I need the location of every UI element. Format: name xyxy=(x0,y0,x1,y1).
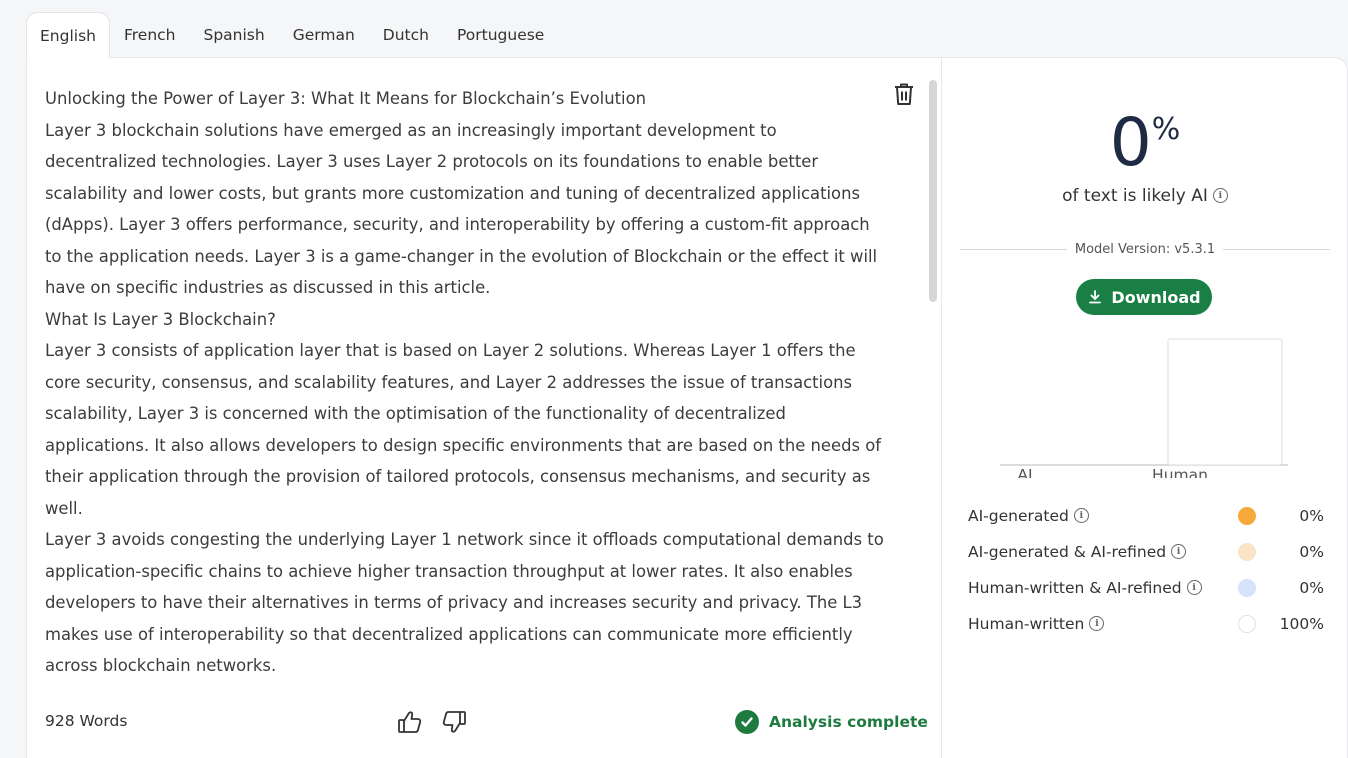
thumbs-down-icon[interactable] xyxy=(440,708,468,736)
breakdown-value: 0% xyxy=(1299,579,1324,597)
model-version-divider: Model Version: v5.3.1 xyxy=(960,242,1331,257)
scrollbar-thumb[interactable] xyxy=(929,80,937,302)
download-button[interactable]: Download xyxy=(1076,279,1212,315)
breakdown-label: AI-generated & AI-refined xyxy=(968,543,1167,561)
download-icon xyxy=(1089,290,1102,304)
breakdown-label: Human-written xyxy=(968,615,1085,633)
breakdown-value: 0% xyxy=(1299,543,1324,561)
tab-spanish[interactable]: Spanish xyxy=(190,12,279,58)
tick-label-ai: AI xyxy=(1017,466,1032,478)
breakdown-list: AI-generated i 0% AI-generated & AI-refin… xyxy=(968,498,1324,642)
color-dot xyxy=(1238,543,1256,561)
text-paragraph: Layer 3 consists of application layer th… xyxy=(45,341,882,518)
divider xyxy=(960,249,1067,250)
color-dot xyxy=(1238,507,1256,525)
breakdown-row-ai-refined: AI-generated & AI-refined i 0% xyxy=(968,534,1324,570)
analyzed-text[interactable]: Unlocking the Power of Layer 3: What It … xyxy=(45,83,887,682)
text-paragraph: What Is Layer 3 Blockchain? xyxy=(45,309,276,329)
breakdown-row-human-written: Human-written i 100% xyxy=(968,606,1324,642)
text-paragraph: Layer 3 blockchain solutions have emerge… xyxy=(45,120,878,298)
likely-ai-text: of text is likely AI xyxy=(1062,186,1208,206)
tab-french[interactable]: French xyxy=(110,12,190,58)
download-label: Download xyxy=(1111,287,1201,307)
info-icon[interactable]: i xyxy=(1073,508,1089,523)
info-icon[interactable]: i xyxy=(1089,616,1105,631)
text-editor-panel: Unlocking the Power of Layer 3: What It … xyxy=(26,57,942,758)
likely-ai-label: of text is likely AI i xyxy=(942,186,1348,206)
word-count: 928 Words xyxy=(45,712,128,730)
info-icon[interactable]: i xyxy=(1171,544,1187,559)
thumbs-up-icon[interactable] xyxy=(396,708,424,736)
breakdown-label: Human-written & AI-refined xyxy=(968,579,1182,597)
text-paragraph: Layer 3 avoids congesting the underlying… xyxy=(45,530,884,675)
bar-human xyxy=(1167,338,1283,466)
breakdown-label: AI-generated xyxy=(968,507,1069,525)
tab-dutch[interactable]: Dutch xyxy=(369,12,443,58)
percent-value: 0 xyxy=(1109,104,1152,181)
color-dot xyxy=(1238,579,1256,597)
status-text: Analysis complete xyxy=(769,713,928,731)
breakdown-row-ai-generated: AI-generated i 0% xyxy=(968,498,1324,534)
tab-german[interactable]: German xyxy=(279,12,369,58)
results-panel: 0% of text is likely AI i Model Version: … xyxy=(942,57,1348,758)
analysis-status: Analysis complete xyxy=(735,710,928,734)
tab-english[interactable]: English xyxy=(26,12,110,58)
percent-sign: % xyxy=(1151,112,1181,147)
tick-label-human: Human xyxy=(1152,466,1208,478)
model-version: Model Version: v5.3.1 xyxy=(1074,242,1216,257)
check-circle-icon xyxy=(735,710,759,734)
breakdown-row-human-ai-refined: Human-written & AI-refined i 0% xyxy=(968,570,1324,606)
tab-portuguese[interactable]: Portuguese xyxy=(443,12,558,58)
color-dot xyxy=(1238,615,1256,633)
chart-svg: AI Human xyxy=(1000,338,1288,484)
breakdown-value: 100% xyxy=(1279,615,1324,633)
ai-human-chart: AI Human xyxy=(1000,338,1290,484)
info-icon[interactable]: i xyxy=(1212,187,1228,203)
breakdown-value: 0% xyxy=(1299,507,1324,525)
ai-percent: 0% xyxy=(942,108,1348,178)
info-icon[interactable]: i xyxy=(1186,580,1202,595)
divider xyxy=(1223,249,1331,250)
language-tabs: English French Spanish German Dutch Port… xyxy=(26,12,558,58)
trash-icon[interactable] xyxy=(893,82,915,106)
text-paragraph: Unlocking the Power of Layer 3: What It … xyxy=(45,89,646,108)
